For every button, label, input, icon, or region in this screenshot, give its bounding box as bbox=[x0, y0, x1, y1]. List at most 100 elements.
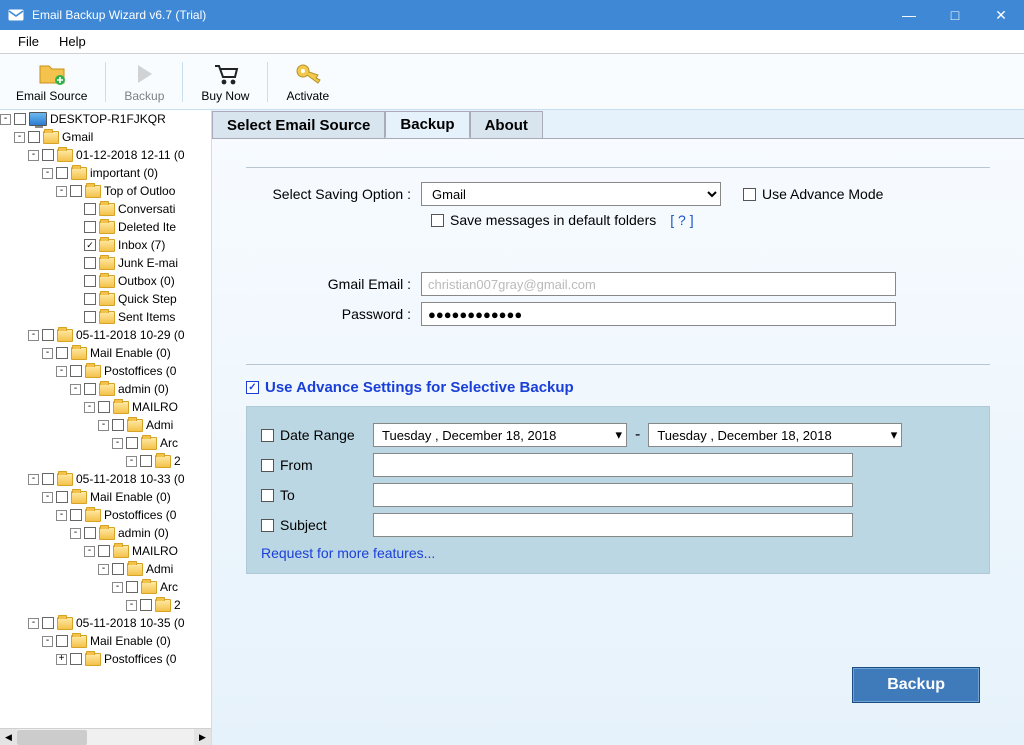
tree-checkbox[interactable] bbox=[84, 275, 96, 287]
collapse-icon[interactable]: - bbox=[42, 636, 53, 647]
tab-backup[interactable]: Backup bbox=[385, 111, 469, 138]
tree-checkbox[interactable] bbox=[84, 257, 96, 269]
tree-checkbox[interactable] bbox=[70, 365, 82, 377]
collapse-icon[interactable]: - bbox=[28, 474, 39, 485]
tree-checkbox[interactable] bbox=[140, 455, 152, 467]
save-default-checkbox[interactable] bbox=[431, 214, 444, 227]
collapse-icon[interactable]: - bbox=[98, 420, 109, 431]
tree-checkbox[interactable] bbox=[112, 563, 124, 575]
tree-checkbox[interactable] bbox=[84, 383, 96, 395]
expand-icon[interactable]: + bbox=[56, 654, 67, 665]
tree-row[interactable]: -Admi bbox=[0, 560, 211, 578]
collapse-icon[interactable]: - bbox=[28, 330, 39, 341]
collapse-icon[interactable]: - bbox=[56, 186, 67, 197]
tree-row[interactable]: -Gmail bbox=[0, 128, 211, 146]
tab-about[interactable]: About bbox=[470, 111, 543, 138]
tree-row[interactable]: ✓Inbox (7) bbox=[0, 236, 211, 254]
tree-checkbox[interactable] bbox=[126, 437, 138, 449]
collapse-icon[interactable]: - bbox=[56, 510, 67, 521]
collapse-icon[interactable]: - bbox=[28, 618, 39, 629]
request-more-features-link[interactable]: Request for more features... bbox=[261, 545, 975, 561]
tree-row[interactable]: Quick Step bbox=[0, 290, 211, 308]
tree-checkbox[interactable]: ✓ bbox=[84, 239, 96, 251]
tree-checkbox[interactable] bbox=[70, 653, 82, 665]
menu-help[interactable]: Help bbox=[49, 31, 96, 52]
date-to-picker[interactable]: Tuesday , December 18, 2018▾ bbox=[648, 423, 902, 447]
collapse-icon[interactable]: - bbox=[42, 168, 53, 179]
backup-toolbar-button[interactable]: Backup bbox=[116, 57, 172, 107]
tree-checkbox[interactable] bbox=[56, 635, 68, 647]
tree-checkbox[interactable] bbox=[56, 491, 68, 503]
tree-row[interactable]: -admin (0) bbox=[0, 524, 211, 542]
tree-checkbox[interactable] bbox=[70, 509, 82, 521]
tree-row[interactable]: -2 bbox=[0, 452, 211, 470]
tree-checkbox[interactable] bbox=[42, 617, 54, 629]
subject-checkbox[interactable] bbox=[261, 519, 274, 532]
tree-checkbox[interactable] bbox=[84, 311, 96, 323]
collapse-icon[interactable]: - bbox=[70, 384, 81, 395]
daterange-checkbox[interactable] bbox=[261, 429, 274, 442]
tree-row[interactable]: -Arc bbox=[0, 578, 211, 596]
advance-settings-checkbox[interactable]: ✓ bbox=[246, 381, 259, 394]
tree-checkbox[interactable] bbox=[56, 347, 68, 359]
tree-row[interactable]: -01-12-2018 12-11 (0 bbox=[0, 146, 211, 164]
scroll-left-icon[interactable]: ◀ bbox=[0, 729, 17, 745]
tree-row[interactable]: -MAILRO bbox=[0, 542, 211, 560]
collapse-icon[interactable]: - bbox=[84, 546, 95, 557]
collapse-icon[interactable]: - bbox=[70, 528, 81, 539]
tree-checkbox[interactable] bbox=[98, 401, 110, 413]
from-input[interactable] bbox=[373, 453, 853, 477]
tree-row[interactable]: Junk E-mai bbox=[0, 254, 211, 272]
gmail-email-input[interactable] bbox=[421, 272, 896, 296]
tree-row[interactable]: -important (0) bbox=[0, 164, 211, 182]
tree-row[interactable]: -Mail Enable (0) bbox=[0, 632, 211, 650]
collapse-icon[interactable]: - bbox=[112, 438, 123, 449]
subject-input[interactable] bbox=[373, 513, 853, 537]
tree-checkbox[interactable] bbox=[84, 203, 96, 215]
backup-button[interactable]: Backup bbox=[852, 667, 980, 703]
tree-checkbox[interactable] bbox=[28, 131, 40, 143]
tree-row[interactable]: -DESKTOP-R1FJKQR bbox=[0, 110, 211, 128]
tree-checkbox[interactable] bbox=[112, 419, 124, 431]
tree-row[interactable]: -Top of Outloo bbox=[0, 182, 211, 200]
tree-checkbox[interactable] bbox=[70, 185, 82, 197]
collapse-icon[interactable]: - bbox=[42, 348, 53, 359]
tree-row[interactable]: Deleted Ite bbox=[0, 218, 211, 236]
collapse-icon[interactable]: - bbox=[28, 150, 39, 161]
collapse-icon[interactable]: - bbox=[42, 492, 53, 503]
collapse-icon[interactable]: - bbox=[14, 132, 25, 143]
tree-checkbox[interactable] bbox=[84, 221, 96, 233]
tree-row[interactable]: -Arc bbox=[0, 434, 211, 452]
tree-row[interactable]: -Mail Enable (0) bbox=[0, 488, 211, 506]
tree-checkbox[interactable] bbox=[126, 581, 138, 593]
close-button[interactable]: ✕ bbox=[978, 0, 1024, 30]
from-checkbox[interactable] bbox=[261, 459, 274, 472]
tree-row[interactable]: -05-11-2018 10-33 (0 bbox=[0, 470, 211, 488]
tree-checkbox[interactable] bbox=[56, 167, 68, 179]
tree-checkbox[interactable] bbox=[42, 473, 54, 485]
advance-mode-checkbox[interactable] bbox=[743, 188, 756, 201]
buy-now-button[interactable]: Buy Now bbox=[193, 57, 257, 107]
scroll-right-icon[interactable]: ▶ bbox=[194, 729, 211, 745]
collapse-icon[interactable]: - bbox=[126, 600, 137, 611]
collapse-icon[interactable]: - bbox=[0, 114, 11, 125]
help-link[interactable]: [ ? ] bbox=[670, 212, 693, 228]
saving-option-select[interactable]: Gmail bbox=[421, 182, 721, 206]
tree-row[interactable]: -2 bbox=[0, 596, 211, 614]
to-input[interactable] bbox=[373, 483, 853, 507]
menu-file[interactable]: File bbox=[8, 31, 49, 52]
tree-row[interactable]: Conversati bbox=[0, 200, 211, 218]
scroll-thumb[interactable] bbox=[17, 730, 87, 745]
activate-button[interactable]: Activate bbox=[278, 57, 337, 107]
tree-row[interactable]: Outbox (0) bbox=[0, 272, 211, 290]
tree-row[interactable]: -05-11-2018 10-29 (0 bbox=[0, 326, 211, 344]
tree-row[interactable]: -Admi bbox=[0, 416, 211, 434]
tree-row[interactable]: -05-11-2018 10-35 (0 bbox=[0, 614, 211, 632]
tree-checkbox[interactable] bbox=[42, 329, 54, 341]
collapse-icon[interactable]: - bbox=[126, 456, 137, 467]
tree-horizontal-scrollbar[interactable]: ◀ ▶ bbox=[0, 728, 211, 745]
tree-row[interactable]: +Postoffices (0 bbox=[0, 650, 211, 668]
collapse-icon[interactable]: - bbox=[98, 564, 109, 575]
tree-row[interactable]: -Mail Enable (0) bbox=[0, 344, 211, 362]
tree-row[interactable]: -Postoffices (0 bbox=[0, 506, 211, 524]
